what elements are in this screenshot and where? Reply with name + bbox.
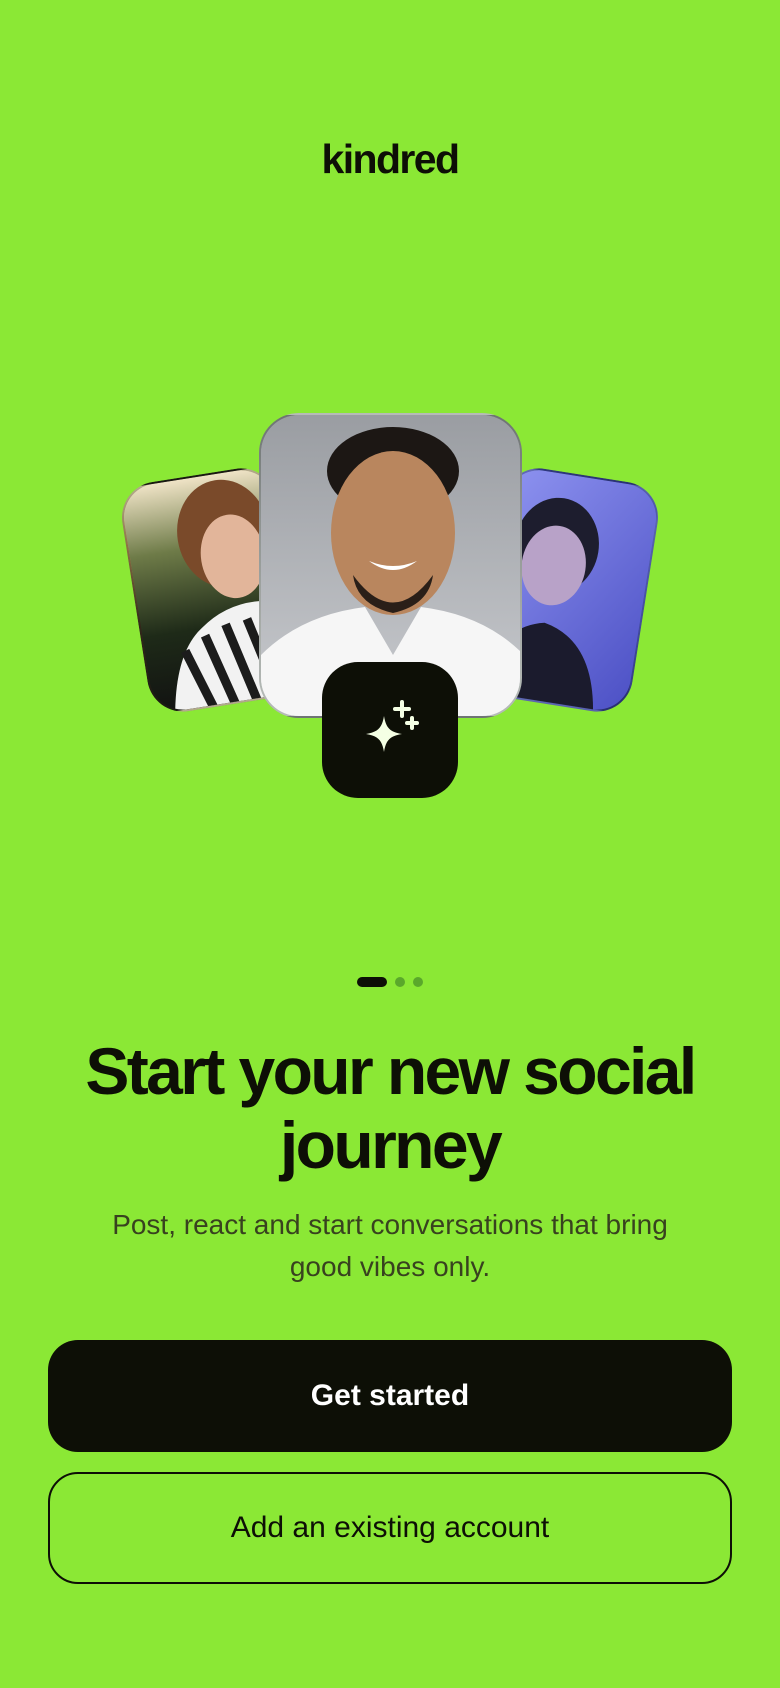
get-started-button[interactable]: Get started — [48, 1340, 732, 1452]
pagination-dot-1[interactable] — [357, 977, 387, 987]
subtext: Post, react and start conversations that… — [112, 1209, 668, 1282]
pagination-dots — [0, 977, 780, 987]
onboarding-screen: kindred Start your new social journey Po… — [0, 0, 780, 1688]
pagination-dot-3[interactable] — [413, 977, 423, 987]
sparkle-icon — [358, 696, 422, 765]
add-existing-account-label: Add an existing account — [230, 1511, 550, 1544]
app-logo: kindred — [321, 136, 460, 182]
pagination-dot-2[interactable] — [395, 977, 405, 987]
sparkle-badge — [322, 662, 458, 798]
headline: Start your new social journey — [85, 1034, 697, 1182]
add-existing-account-button[interactable]: Add an existing account — [48, 1472, 732, 1584]
get-started-label: Get started — [310, 1379, 470, 1412]
